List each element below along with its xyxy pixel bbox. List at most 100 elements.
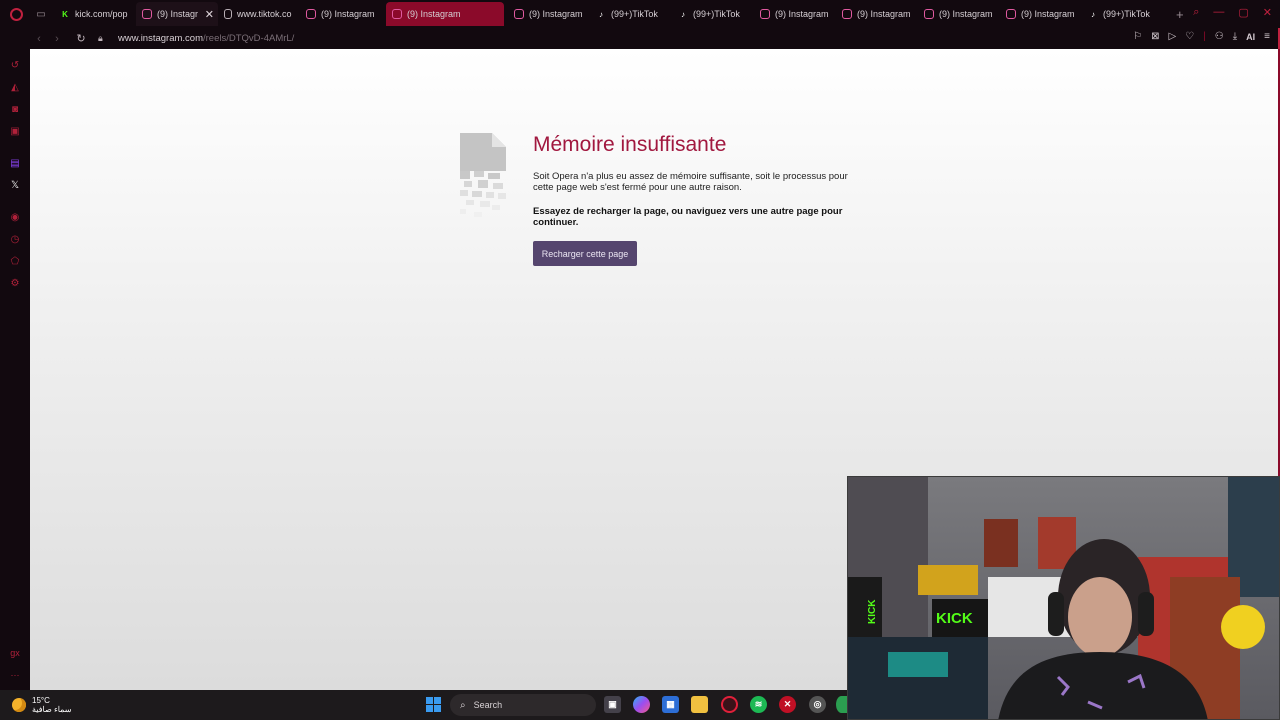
instagram-icon — [514, 9, 524, 19]
webcam-image: KICK KICK — [848, 477, 1279, 719]
error-description: Soit Opera n'a plus eu assez de mémoire … — [533, 171, 848, 193]
gx-icon[interactable]: gx — [10, 648, 20, 658]
twitch-icon[interactable]: ▤ — [9, 157, 21, 169]
error-title: Mémoire insuffisante — [533, 133, 727, 156]
tab-12[interactable]: (9) Instagram — [1000, 2, 1082, 26]
tab-2[interactable]: (9) Instagr ✕ — [136, 2, 218, 26]
adblock-icon[interactable]: ⊠ — [1151, 31, 1159, 42]
clock-icon[interactable]: ◷ — [9, 233, 21, 245]
tab-title: (99+)TikTok — [693, 9, 740, 19]
tab-title: (99+)TikTok — [1103, 9, 1150, 19]
divider: | — [1203, 31, 1206, 42]
tiktok-icon: ♪ — [1091, 9, 1095, 19]
tab-close-icon[interactable]: ✕ — [205, 8, 214, 21]
obs-icon[interactable]: ◎ — [809, 696, 826, 713]
tab-9[interactable]: (9) Instagram — [754, 2, 836, 26]
tiktok-icon: ♪ — [599, 9, 603, 19]
tiktok-icon: ♪ — [681, 9, 685, 19]
tab-7[interactable]: ♪ (99+)TikTok — [590, 2, 672, 26]
tab-10[interactable]: (9) Instagram — [836, 2, 918, 26]
sidebar: ↺ ◭ ◙ ▣ ▤ 𝕏 ◉ ◷ ⬠ ⚙ gx ··· — [0, 49, 30, 690]
kick-icon: K — [62, 9, 68, 19]
reload-icon[interactable]: ↻ — [72, 32, 90, 45]
tab-6[interactable]: (9) Instagram — [508, 2, 590, 26]
new-tab-icon[interactable]: + — [1176, 7, 1184, 22]
tab-list: Kkick.com/pop (9) Instagr ✕ www.tiktok.co (9… — [54, 0, 1164, 28]
close-window-icon[interactable]: ✕ — [1263, 6, 1272, 19]
tab-overview-icon[interactable]: ▭ — [32, 0, 50, 28]
instagram-icon — [392, 9, 402, 19]
profile-icon[interactable]: ⚇ — [1215, 31, 1224, 42]
tab-3[interactable]: www.tiktok.co — [218, 2, 300, 26]
tab-title: (9) Instagram — [939, 9, 993, 19]
address-bar: ‹ › ↻ 🔒︎ www.instagram.com/reels/DTQvD-4… — [0, 28, 1280, 49]
search-icon: ⌕ — [460, 699, 466, 711]
tab-title: (9) Instagram — [857, 9, 911, 19]
menu-icon[interactable]: ≡ — [1264, 31, 1270, 42]
reload-page-button[interactable]: Recharger cette page — [533, 241, 637, 266]
tab-title: (9) Instagram — [1021, 9, 1075, 19]
x-icon[interactable]: 𝕏 — [9, 179, 21, 191]
bookmark-icon[interactable]: ⚐ — [1133, 31, 1142, 42]
instagram-icon — [924, 9, 934, 19]
copilot-icon[interactable] — [633, 696, 650, 713]
store-icon[interactable]: ▦ — [662, 696, 679, 713]
opera-gx-icon[interactable] — [721, 696, 738, 713]
instagram-icon — [760, 9, 770, 19]
tab-title: kick.com/pop — [75, 9, 128, 19]
aria-ai-button[interactable]: AI — [1246, 32, 1255, 42]
webcam-overlay: KICK KICK — [847, 476, 1280, 720]
instagram-icon — [842, 9, 852, 19]
instagram-icon — [1006, 9, 1016, 19]
tab-13[interactable]: ♪ (99+)TikTok — [1082, 2, 1164, 26]
tab-strip: ▭ Kkick.com/pop (9) Instagr ✕ www.tiktok.co… — [0, 0, 1280, 28]
settings-icon[interactable]: ⚙ — [9, 277, 21, 289]
instagram-icon — [306, 9, 316, 19]
forward-icon[interactable]: › — [48, 33, 66, 45]
sidebar-bottom: gx ··· — [0, 648, 30, 680]
kick-sign-2: KICK — [867, 599, 878, 624]
url-host: www.instagram.com — [118, 33, 203, 44]
opera-logo-icon[interactable] — [0, 0, 32, 28]
spotify-icon[interactable]: ≋ — [750, 696, 767, 713]
taskbar-search[interactable]: ⌕ Search — [450, 694, 596, 716]
tab-title: (9) Instagram — [407, 9, 461, 19]
tab-8[interactable]: ♪ (99+)TikTok — [672, 2, 754, 26]
player-icon[interactable]: ▣ — [9, 125, 21, 137]
lock-icon[interactable]: 🔒︎ — [98, 33, 112, 44]
weather-widget[interactable]: 15°C سماء صافية — [12, 696, 72, 714]
app-icon[interactable]: ✕ — [779, 696, 796, 713]
tab-title: (9) Instagr — [157, 9, 199, 19]
search-tabs-icon[interactable]: ⌕ — [1193, 6, 1199, 19]
partial-app-icon[interactable] — [836, 696, 847, 713]
tab-11[interactable]: (9) Instagram — [918, 2, 1000, 26]
tab-4[interactable]: (9) Instagram — [300, 2, 382, 26]
history-icon[interactable]: ↺ — [9, 59, 21, 71]
tab-5[interactable]: (9) Instagram — [386, 2, 504, 26]
video-icon[interactable]: ◉ — [9, 211, 21, 223]
tab-1[interactable]: Kkick.com/pop — [54, 2, 136, 26]
aria-icon[interactable]: ◭ — [9, 81, 21, 93]
weather-description: سماء صافية — [32, 705, 72, 714]
tab-title: www.tiktok.co — [237, 9, 292, 19]
maximize-icon[interactable]: ▢ — [1238, 6, 1248, 19]
heart-icon[interactable]: ♡ — [1185, 31, 1194, 42]
url-field[interactable]: www.instagram.com/reels/DTQvD-4AMrL/ — [118, 33, 294, 44]
file-explorer-icon[interactable] — [691, 696, 708, 713]
play-icon[interactable]: ▷ — [1168, 31, 1176, 42]
ai-label: AI — [1246, 31, 1256, 42]
broken-page-icon — [460, 133, 506, 217]
download-icon[interactable]: ⤓ — [1233, 31, 1237, 42]
windows-start-icon[interactable] — [426, 697, 441, 712]
messenger-icon[interactable]: ◙ — [9, 103, 21, 115]
instagram-icon — [142, 9, 152, 19]
temperature: 15°C — [32, 696, 50, 705]
task-view-icon[interactable]: ▣ — [604, 696, 621, 713]
search-placeholder: Search — [473, 700, 503, 710]
more-icon[interactable]: ··· — [11, 670, 20, 680]
back-icon[interactable]: ‹ — [30, 33, 48, 45]
document-icon — [224, 9, 232, 19]
extensions-icon[interactable]: ⬠ — [9, 255, 21, 267]
minimize-icon[interactable]: — — [1213, 6, 1224, 19]
url-path: /reels/DTQvD-4AMrL/ — [203, 33, 295, 44]
